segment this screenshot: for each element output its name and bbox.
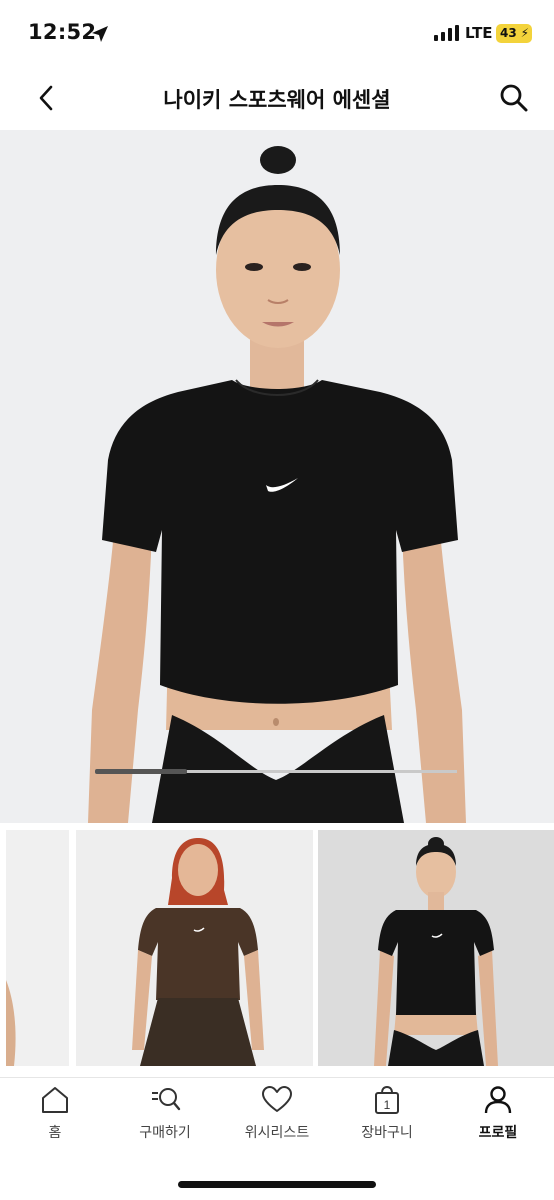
product-main-image[interactable]	[0, 130, 554, 823]
chevron-left-icon[interactable]	[34, 84, 60, 112]
tab-label: 프로필	[478, 1125, 518, 1141]
tab-shop[interactable]: 구매하기	[110, 1084, 220, 1154]
search-icon[interactable]	[498, 82, 530, 114]
home-icon	[42, 1087, 68, 1113]
battery-level: 43	[500, 26, 517, 40]
battery-bolt-icon: ⚡	[520, 26, 529, 40]
battery-indicator: 43 ⚡	[496, 24, 532, 43]
nav-bar: 나이키 스포츠웨어 에센셜	[0, 66, 554, 130]
tab-label: 장바구니	[361, 1125, 413, 1141]
signal-bars-icon	[434, 25, 459, 41]
tab-home[interactable]: 홈	[0, 1084, 110, 1154]
thumbnail-image	[374, 837, 498, 1066]
profile-icon	[484, 1086, 512, 1114]
status-bar: 12:52 LTE 43 ⚡	[0, 0, 554, 66]
status-time: 12:52	[28, 20, 97, 44]
thumbnail-strip	[0, 823, 554, 1073]
cart-bag-icon: 1	[375, 1085, 399, 1114]
thumbnail-black-top[interactable]	[318, 830, 554, 1066]
list-search-icon	[152, 1088, 181, 1111]
thumbnail-image	[6, 980, 16, 1066]
page-title: 나이키 스포츠웨어 에센셜	[163, 88, 391, 112]
gallery-scroll-thumb[interactable]	[95, 769, 187, 774]
tab-label: 위시리스트	[244, 1125, 310, 1141]
tab-label: 홈	[48, 1125, 62, 1141]
tab-label: 구매하기	[139, 1125, 191, 1141]
thumbnail-brown-top[interactable]	[76, 830, 313, 1066]
heart-icon	[262, 1086, 292, 1112]
network-label: LTE	[465, 24, 493, 42]
home-indicator	[178, 1181, 376, 1188]
tab-wishlist[interactable]: 위시리스트	[222, 1084, 332, 1154]
product-photo	[88, 146, 466, 823]
location-arrow-icon	[92, 26, 108, 42]
thumbnail-image	[132, 838, 264, 1066]
tab-cart[interactable]: 1 장바구니	[332, 1084, 442, 1154]
tab-profile[interactable]: 프로필	[443, 1084, 553, 1154]
thumbnail-arm-crop[interactable]	[6, 830, 69, 1066]
cart-badge: 1	[384, 1098, 391, 1112]
